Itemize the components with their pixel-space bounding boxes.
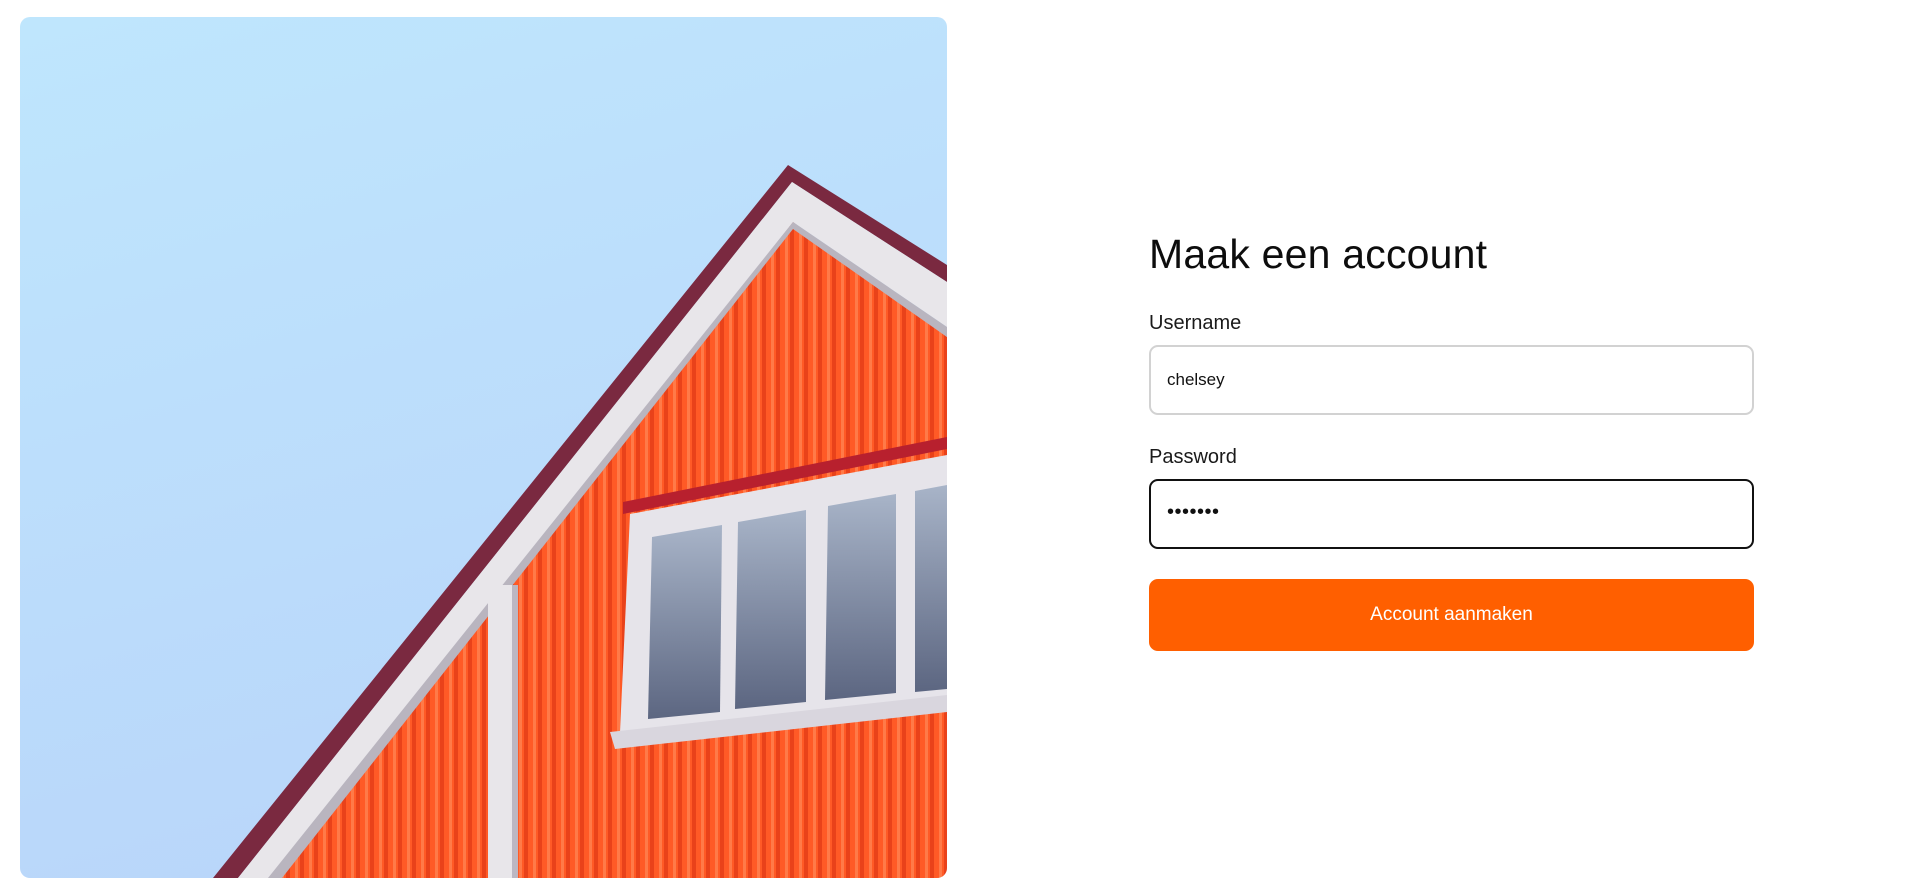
page-title: Maak een account [1149,231,1488,277]
username-label: Username [1149,312,1242,335]
username-input[interactable]: chelsey [1149,345,1754,416]
house-photo [20,17,947,878]
username-value: chelsey [1167,370,1225,390]
password-label: Password [1149,446,1237,469]
signup-form: Maak een account Username chelsey Passwo… [1149,230,1754,652]
password-value: ••••••• [1167,500,1220,523]
house-illustration [20,17,947,878]
create-account-button[interactable]: Account aanmaken [1149,579,1754,652]
password-input[interactable]: ••••••• [1149,479,1754,550]
signup-page: Maak een account Username chelsey Passwo… [0,0,1920,889]
